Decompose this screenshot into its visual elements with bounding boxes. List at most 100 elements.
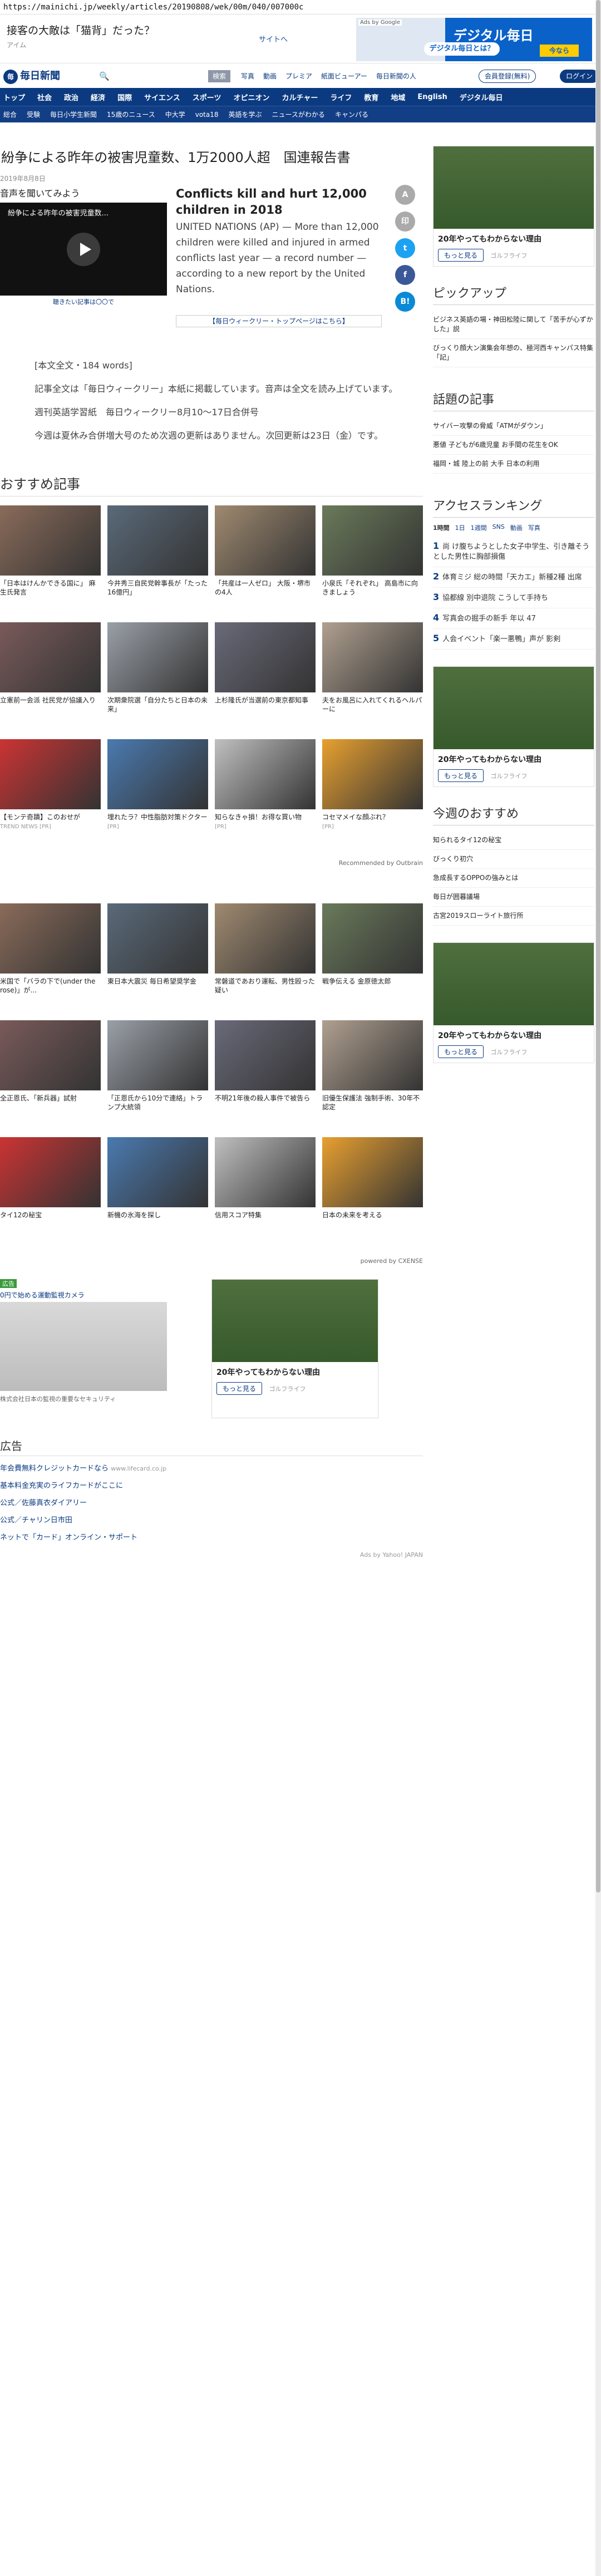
print-icon[interactable]: 印 <box>395 212 415 232</box>
footer-ad-text[interactable]: 基本料金充実のライフカードがここに <box>0 1482 123 1490</box>
twitter-icon[interactable]: t <box>395 238 415 258</box>
osusume-item[interactable]: びっくり初穴 <box>433 850 594 869</box>
ranking-tab-5[interactable]: 写真 <box>528 523 540 532</box>
subnav-item-3[interactable]: 15歳のニュース <box>107 110 155 119</box>
quiz-ad-site-link[interactable]: サイトへ <box>259 33 288 44</box>
article-card[interactable]: 常磐道であおり運転、男性殴った疑い <box>215 903 316 1020</box>
people-link[interactable]: 毎日新聞の人 <box>376 71 416 81</box>
article-card[interactable]: 戦争伝える 金原徳太郎 <box>322 903 423 1020</box>
cxense-credit[interactable]: powered by CXENSE <box>0 1254 423 1268</box>
article-card[interactable]: 立憲前一会派 社民党が協議入り <box>0 622 101 739</box>
article-card[interactable]: 「共産は一人ゼロ」 大阪・堺市の4人 <box>215 505 316 622</box>
ranks-item[interactable]: 5 人会イベント「楽一悪鴨」声が 影剣 <box>433 629 594 650</box>
search-icon[interactable]: 🔍 <box>99 71 110 81</box>
sidebar-ad3-button[interactable]: もっと見る <box>438 1045 484 1058</box>
footer-ad-row[interactable]: 基本料金充実のライフカードがここに <box>0 1480 423 1492</box>
book-link[interactable]: 紙面ビューアー <box>321 71 367 81</box>
ranks-item[interactable]: 1尚 け腹ちようとした女子中学生、引き離そうとした男性に胸部損傷 <box>433 537 594 567</box>
play-icon[interactable] <box>67 233 100 266</box>
subnav-item-1[interactable]: 受験 <box>27 110 40 119</box>
article-card[interactable]: 「日本はけんかできる国に」 麻生氏発言 <box>0 505 101 622</box>
article-card[interactable]: 小泉氏「それぞれ」 高島市に向きましょう <box>322 505 423 622</box>
outbrain-credit[interactable]: Recommended by Outbrain <box>0 856 423 870</box>
nav-item-10[interactable]: 教育 <box>364 92 378 102</box>
nav-item-6[interactable]: スポーツ <box>193 92 221 102</box>
nav-item-7[interactable]: オピニオン <box>233 92 269 102</box>
page-scrollbar[interactable] <box>595 0 601 2576</box>
ranking-tab-3[interactable]: SNS <box>492 523 505 532</box>
nav-item-3[interactable]: 経済 <box>91 92 105 102</box>
pickup-item[interactable]: ビジネス英語の場・神田松陸に関して「苦手が心ずかした」説 <box>433 311 594 339</box>
ranking-tab-0[interactable]: 1時間 <box>433 523 450 532</box>
nav-item-0[interactable]: トップ <box>3 92 25 102</box>
ranks-item[interactable]: 3 協都線 別中退院 こうして手持ち <box>433 588 594 608</box>
footer-ad-text[interactable]: ネットで「カード」オンライン・サポート <box>0 1533 137 1542</box>
premier-link[interactable]: プレミア <box>285 71 312 81</box>
audio-video-player[interactable]: 紛争による昨年の被害児童数... <box>0 203 167 296</box>
nav-item-5[interactable]: サイエンス <box>144 92 180 102</box>
nav-item-2[interactable]: 政治 <box>64 92 78 102</box>
facebook-icon[interactable]: f <box>395 265 415 285</box>
site-logo[interactable]: 毎毎日新聞 <box>3 68 60 84</box>
article-card[interactable]: 米国で「バラの下で(under the rose)」が… <box>0 903 101 1020</box>
subnav-item-8[interactable]: キャンパる <box>335 110 368 119</box>
ranks-item[interactable]: 4 写真会の掘手の新手 年以 47 <box>433 608 594 629</box>
subnav-item-4[interactable]: 中大学 <box>165 110 185 119</box>
weekly-top-link[interactable]: 【毎日ウィークリー・トップページはこちら】 <box>176 315 382 327</box>
article-card[interactable]: 知らなきゃ損！お得な買い物 [PR] <box>215 739 316 856</box>
ranking-tab-2[interactable]: 1週間 <box>471 523 487 532</box>
banner-button[interactable]: デジタル毎日とは？ <box>424 42 500 56</box>
subnav-item-2[interactable]: 毎日小学生新聞 <box>50 110 97 119</box>
subnav-item-6[interactable]: 英語を学ぶ <box>229 110 262 119</box>
video-caption[interactable]: 聴きたい記事は〇〇で <box>0 297 167 306</box>
article-card[interactable]: 【モンテ奇蹟】このおせが TREND NEWS [PR] <box>0 739 101 856</box>
ranks-item[interactable]: 2 体育ミジ 総の時間「天カエ」新種2種 出席 <box>433 567 594 588</box>
nav-item-13[interactable]: デジタル毎日 <box>460 92 503 102</box>
article-card[interactable]: 東日本大震災 毎日希望奨学金 <box>107 903 208 1020</box>
font-size-icon[interactable]: A <box>395 185 415 205</box>
nav-item-8[interactable]: カルチャー <box>282 92 318 102</box>
quiz-ad-title[interactable]: 接客の大敵は「猫背」だった？ <box>7 22 155 37</box>
footer-ad-text[interactable]: 公式／チャリン日市田 <box>0 1516 72 1525</box>
osusume-item[interactable]: 古宮2019スローライト旅行所 <box>433 907 594 926</box>
subnav-item-7[interactable]: ニュースがわかる <box>272 110 325 119</box>
nav-item-9[interactable]: ライフ <box>330 92 352 102</box>
nav-item-11[interactable]: 地域 <box>391 92 405 102</box>
article-card[interactable]: 旧優生保護法 強制手術、30年不認定 <box>322 1020 423 1137</box>
article-card[interactable]: コセマメイな顔ぶれ？ [PR] <box>322 739 423 856</box>
sidebar-ad-3[interactable]: 20年やってもわからない理由 もっと見る ゴルフライフ <box>433 942 594 1063</box>
register-button[interactable]: 会員登録(無料) <box>479 70 536 83</box>
footer-ad-row[interactable]: 年会費無料クレジットカードなら www.lifecard.co.jp <box>0 1463 423 1474</box>
article-card[interactable]: 信用スコア特集 <box>215 1137 316 1254</box>
footer-ad-row[interactable]: ネットで「カード」オンライン・サポート <box>0 1532 423 1543</box>
footer-ad-text[interactable]: 公式／佐藤真衣ダイアリー <box>0 1499 87 1507</box>
ranking-tab-4[interactable]: 動画 <box>510 523 523 532</box>
sidebar-ad-2[interactable]: 20年やってもわからない理由 もっと見る ゴルフライフ <box>433 666 594 787</box>
camera-ad[interactable]: 広告 0円で始める運動監視カメラ 株式会社日本の監視の重要なセキュリティ <box>0 1279 184 1424</box>
video-link[interactable]: 動画 <box>263 71 277 81</box>
yahoo-ads-credit[interactable]: Ads by Yahoo! JAPAN <box>0 1549 423 1561</box>
golf-ad-more-button[interactable]: もっと見る <box>216 1382 263 1395</box>
photos-link[interactable]: 写真 <box>241 71 254 81</box>
article-card[interactable]: 埋れたラ？中性脂肪対策ドクター [PR] <box>107 739 208 856</box>
article-card[interactable]: 日本の未来を考える <box>322 1137 423 1254</box>
sidebar-ad-1[interactable]: 20年やってもわからない理由 もっと見る ゴルフライフ <box>433 146 594 267</box>
osusume-item[interactable]: 毎日が囲暮議場 <box>433 888 594 907</box>
topics-item[interactable]: サイバー攻撃の脅威「ATMがダウン」 <box>433 417 594 436</box>
article-card[interactable]: 全正恩氏、「新兵器」試射 <box>0 1020 101 1137</box>
nav-item-1[interactable]: 社会 <box>37 92 52 102</box>
article-card[interactable]: 「正恩氏から10分で連絡」トランプ大統領 <box>107 1020 208 1137</box>
osusume-item[interactable]: 急成長するOPPOの強みとは <box>433 869 594 888</box>
article-card[interactable]: 不明21年後の殺人事件で被告ら <box>215 1020 316 1137</box>
login-button[interactable]: ログイン <box>560 70 599 83</box>
article-card[interactable]: 新機の氷海を探し <box>107 1137 208 1254</box>
subnav-item-0[interactable]: 総合 <box>3 110 17 119</box>
article-card[interactable]: 夫をお風呂に入れてくれるヘルパーに <box>322 622 423 739</box>
nav-item-12[interactable]: English <box>417 93 447 101</box>
ranking-tab-1[interactable]: 1日 <box>455 523 465 532</box>
footer-ad-text[interactable]: 年会費無料クレジットカードなら <box>0 1464 109 1473</box>
article-card[interactable]: 上杉隆氏が当選前の東京都知事 <box>215 622 316 739</box>
topics-item[interactable]: 福岡・城 陸上の前 大手 日本の利用 <box>433 455 594 474</box>
sidebar-ad-button[interactable]: もっと見る <box>438 249 484 262</box>
golf-ad[interactable]: 20年やってもわからない理由 もっと見る ゴルフライフ <box>211 1279 378 1418</box>
